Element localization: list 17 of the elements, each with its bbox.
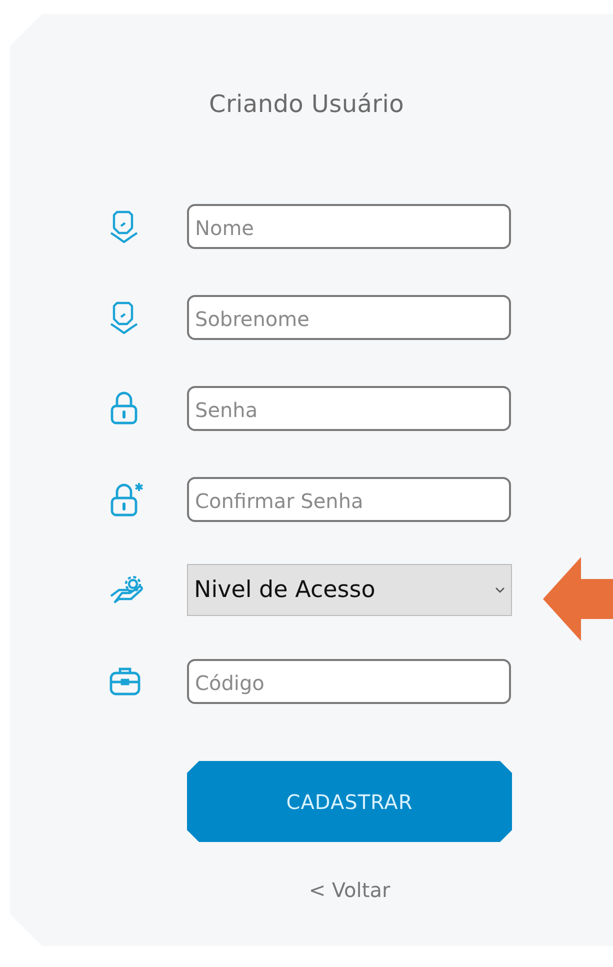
user-icon <box>109 300 139 334</box>
access-level-dropdown[interactable]: Nivel de Acesso <box>187 564 512 616</box>
caret-icon <box>495 587 505 593</box>
input-field[interactable]: Confirmar Senha <box>187 476 511 522</box>
input-field[interactable]: Código <box>187 658 511 704</box>
input-field[interactable]: Sobrenome <box>187 294 511 340</box>
register-button[interactable]: CADASTRAR <box>187 761 512 842</box>
lock-icon <box>109 391 139 425</box>
input-field[interactable]: Nome <box>187 204 511 248</box>
lock-icon <box>109 481 145 517</box>
input-field[interactable]: Senha <box>187 386 511 430</box>
briefcase-icon <box>109 666 141 696</box>
hand-gear-icon <box>109 574 145 606</box>
form-title: Criando Usuário <box>209 90 404 118</box>
arrow-icon <box>543 557 613 641</box>
back-link[interactable]: < Voltar <box>308 878 390 902</box>
user-icon <box>109 209 139 243</box>
